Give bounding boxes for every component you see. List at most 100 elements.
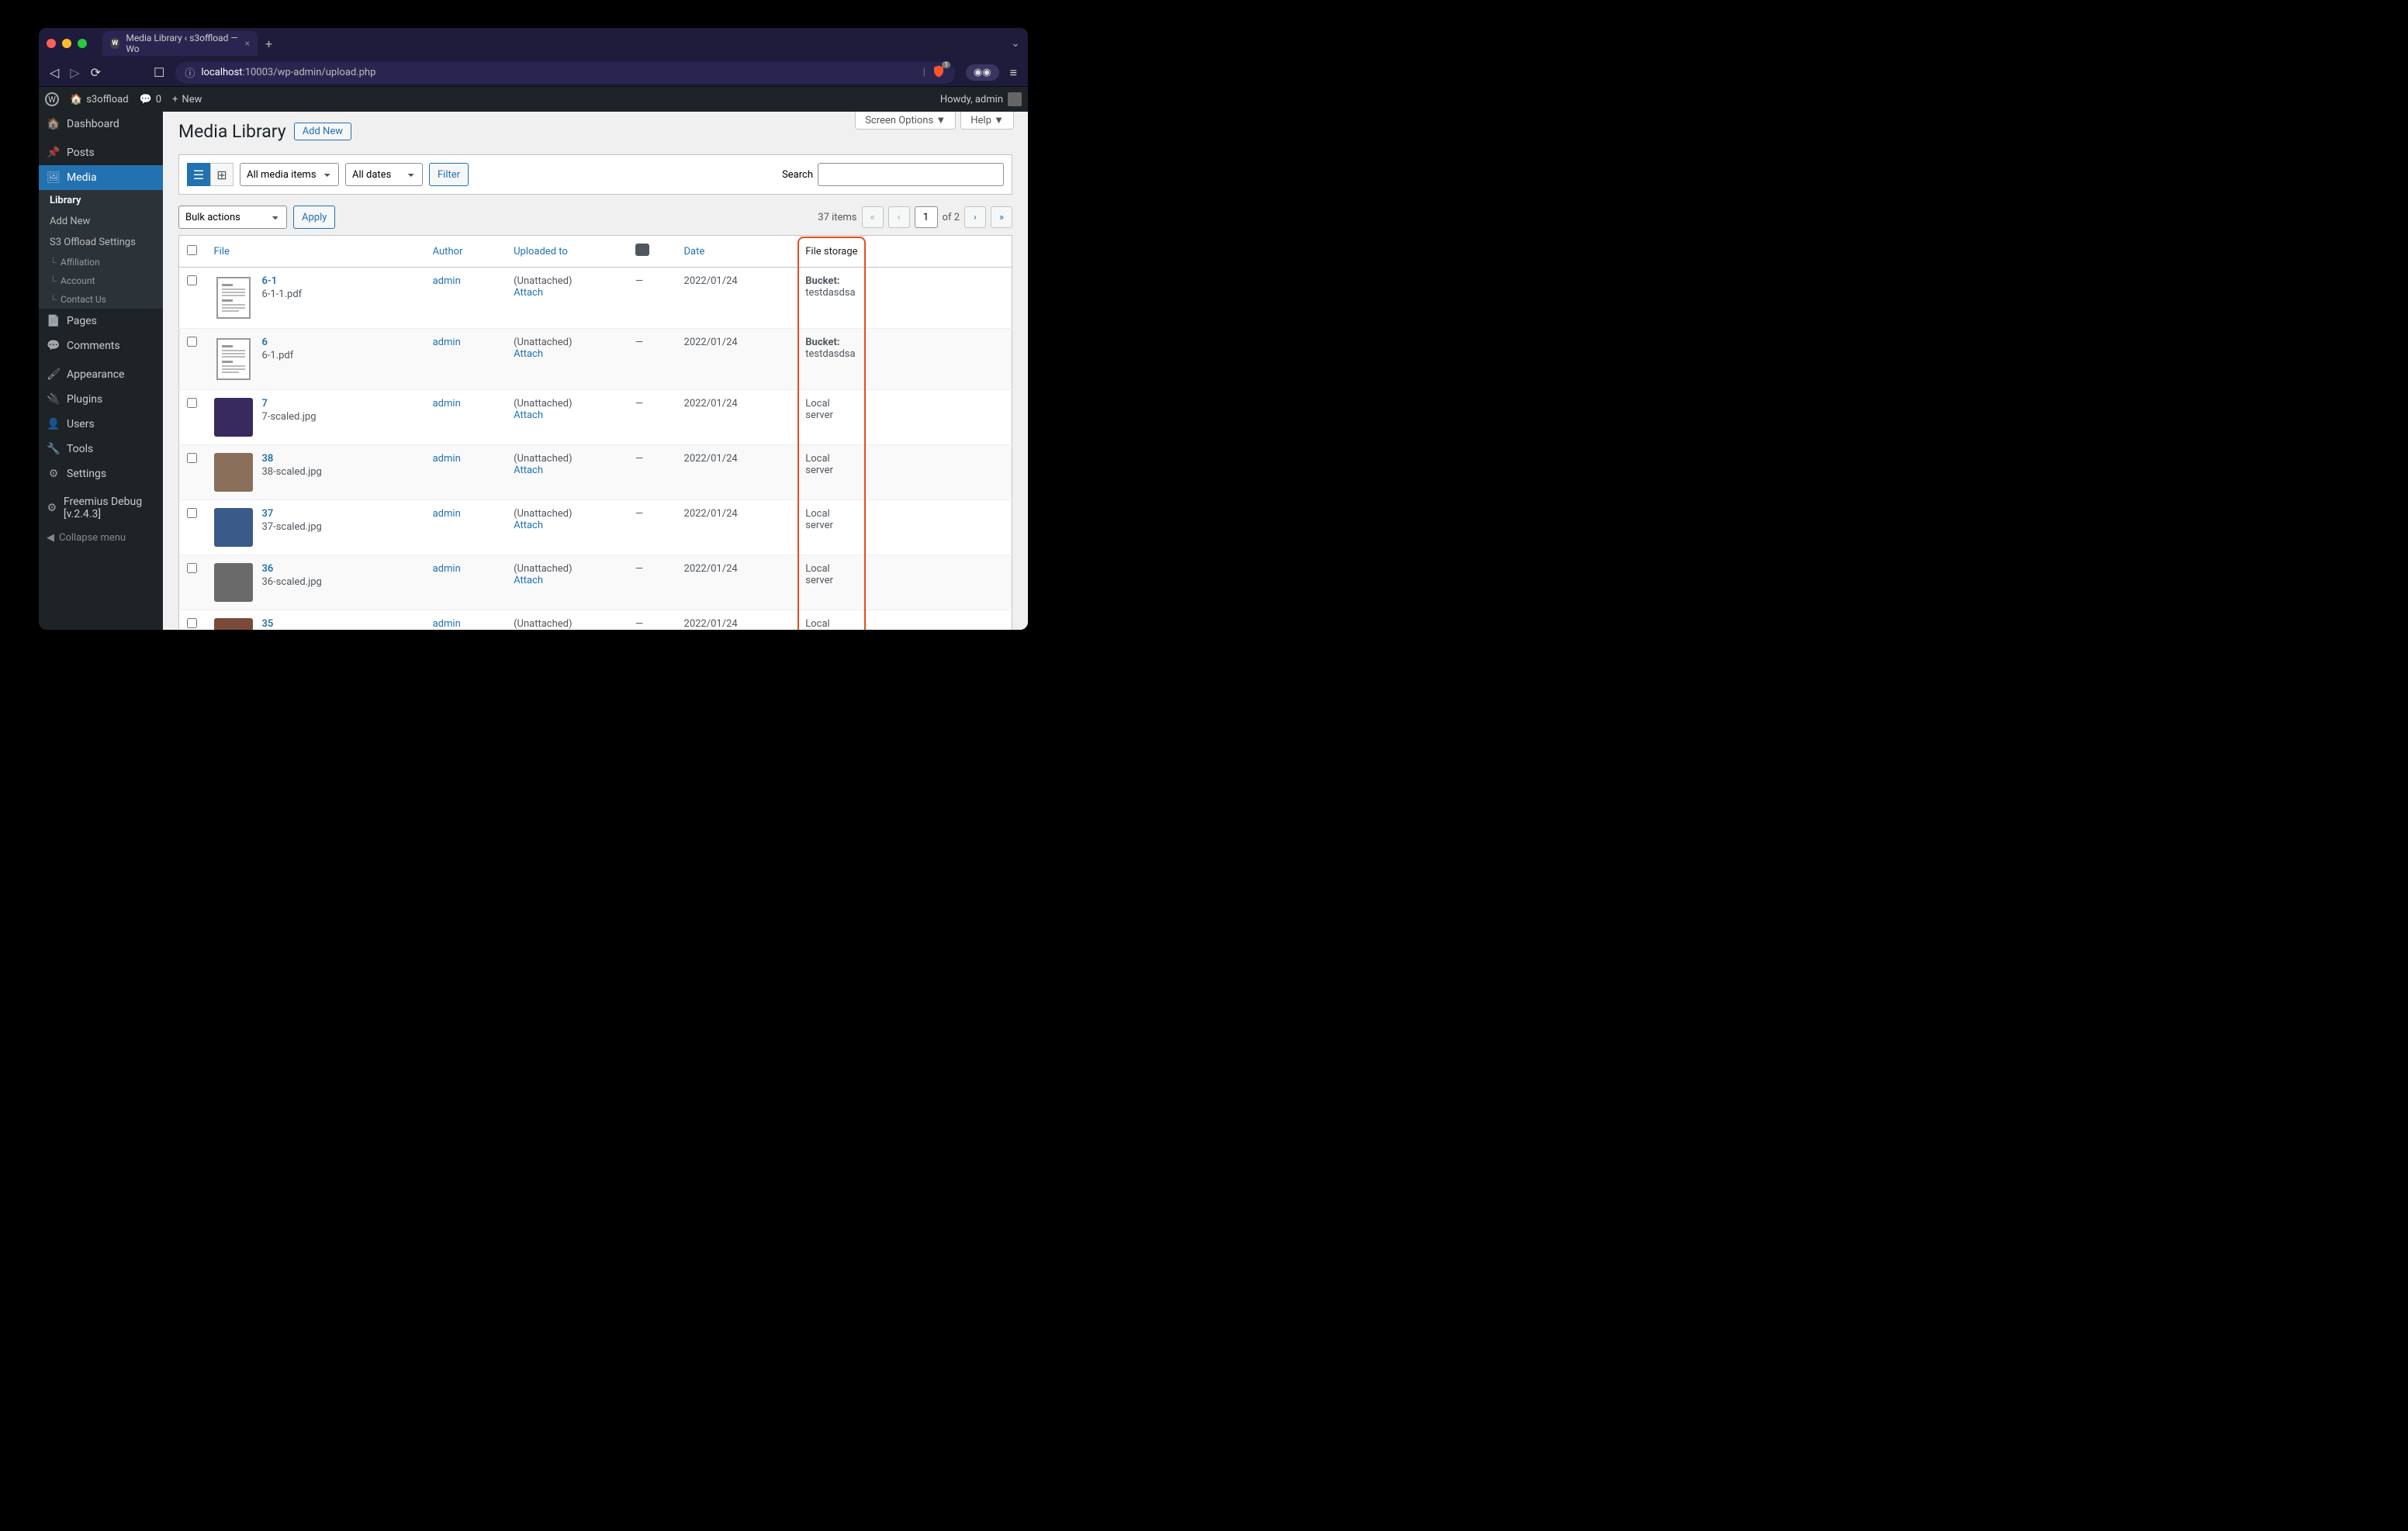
sidebar-item-posts[interactable]: 📌Posts	[39, 140, 163, 165]
first-page-button[interactable]: «	[862, 206, 884, 228]
row-checkbox[interactable]	[187, 337, 197, 347]
brush-icon: 🖌	[47, 368, 61, 382]
sidebar-item-freemius[interactable]: ⚙Freemius Debug [v.2.4.3]	[39, 490, 163, 526]
col-comments[interactable]	[628, 236, 676, 268]
author-link[interactable]: admin	[433, 275, 461, 287]
media-title-link[interactable]: 7	[262, 398, 317, 410]
col-uploaded[interactable]: Uploaded to	[506, 236, 628, 268]
author-link[interactable]: admin	[433, 398, 461, 410]
thumbnail-image	[214, 508, 253, 547]
attach-link[interactable]: Attach	[514, 465, 543, 476]
author-link[interactable]: admin	[433, 618, 461, 630]
minimize-window-button[interactable]	[62, 39, 71, 48]
row-checkbox[interactable]	[187, 275, 197, 285]
media-title-link[interactable]: 37	[262, 508, 322, 520]
new-tab-button[interactable]: +	[265, 36, 272, 51]
attach-link[interactable]: Attach	[514, 520, 543, 531]
prev-page-button[interactable]: ‹	[888, 206, 910, 228]
sidebar-item-pages[interactable]: 📄Pages	[39, 309, 163, 334]
row-checkbox[interactable]	[187, 563, 197, 573]
attach-link[interactable]: Attach	[514, 348, 543, 360]
sidebar-item-settings[interactable]: ⚙Settings	[39, 461, 163, 486]
new-content-button[interactable]: + New	[172, 94, 202, 105]
search-input[interactable]	[818, 163, 1004, 186]
reload-button[interactable]: ⟳	[91, 65, 101, 80]
grid-view-button[interactable]: ⊞	[210, 163, 234, 186]
submenu-library[interactable]: Library	[39, 190, 163, 211]
submenu-add-new[interactable]: Add New	[39, 211, 163, 232]
url-field[interactable]: ⓘ localhost:10003/wp-admin/upload.php | …	[175, 62, 955, 84]
sidebar-item-tools[interactable]: 🔧Tools	[39, 437, 163, 461]
media-type-select[interactable]: All media items	[240, 163, 339, 186]
content-area: Screen Options ▼ Help ▼ Media Library Ad…	[163, 112, 1028, 630]
author-link[interactable]: admin	[433, 337, 461, 348]
list-view-button[interactable]: ☰	[187, 163, 210, 186]
apply-button[interactable]: Apply	[293, 206, 335, 229]
site-info-icon[interactable]: ⓘ	[185, 65, 195, 80]
media-title-link[interactable]: 6-1	[262, 275, 303, 287]
author-link[interactable]: admin	[433, 508, 461, 520]
row-checkbox[interactable]	[187, 453, 197, 463]
attach-link[interactable]: Attach	[514, 287, 543, 299]
table-row: 77-scaled.jpg admin (Unattached)Attach —…	[179, 390, 1012, 445]
account-menu[interactable]: Howdy, admin	[940, 92, 1022, 106]
col-file[interactable]: File	[206, 236, 425, 268]
author-link[interactable]: admin	[433, 563, 461, 575]
add-new-button[interactable]: Add New	[294, 123, 351, 140]
maximize-window-button[interactable]	[78, 39, 87, 48]
author-link[interactable]: admin	[433, 453, 461, 465]
media-title-link[interactable]: 38	[262, 453, 322, 465]
sidebar-item-media[interactable]: 🖼Media	[39, 165, 163, 190]
close-tab-icon[interactable]: ×	[245, 38, 250, 49]
wp-logo-icon[interactable]: W	[45, 92, 59, 106]
submenu-contact[interactable]: Contact Us	[39, 290, 163, 309]
select-all-checkbox[interactable]	[187, 245, 197, 255]
comment-count: —	[628, 555, 676, 610]
sidebar-item-plugins[interactable]: 🔌Plugins	[39, 387, 163, 412]
sidebar-item-users[interactable]: 👤Users	[39, 412, 163, 437]
back-button[interactable]: ◁	[50, 65, 59, 80]
media-title-link[interactable]: 36	[262, 563, 322, 575]
dates-select[interactable]: All dates	[345, 163, 423, 186]
collapse-menu-button[interactable]: ◀Collapse menu	[39, 526, 163, 550]
bulk-actions-select[interactable]: Bulk actions	[178, 206, 287, 229]
media-title-link[interactable]: 6	[262, 337, 294, 348]
site-link[interactable]: 🏠 s3offload	[70, 94, 129, 105]
last-page-button[interactable]: »	[991, 206, 1012, 228]
browser-menu-button[interactable]: ≡	[1010, 65, 1017, 81]
col-date[interactable]: Date	[676, 236, 798, 268]
search-label: Search	[782, 169, 813, 181]
submenu-affiliation[interactable]: Affiliation	[39, 253, 163, 271]
media-title-link[interactable]: 35	[262, 618, 322, 630]
col-author[interactable]: Author	[425, 236, 506, 268]
uploaded-status: (Unattached)	[514, 508, 572, 520]
sidebar-item-appearance[interactable]: 🖌Appearance	[39, 362, 163, 387]
uploaded-status: (Unattached)	[514, 337, 572, 348]
screen-options-button[interactable]: Screen Options ▼	[855, 112, 956, 130]
forward-button[interactable]: ▷	[70, 65, 79, 80]
sidebar-item-dashboard[interactable]: 🏠Dashboard	[39, 112, 163, 137]
storage-cell: Bucket:testdasdsa	[797, 329, 866, 390]
date-cell: 2022/01/24	[676, 445, 798, 500]
row-checkbox[interactable]	[187, 508, 197, 518]
submenu-account[interactable]: Account	[39, 271, 163, 290]
comments-link[interactable]: 💬 0	[140, 94, 162, 105]
sidebar-item-comments[interactable]: 💬Comments	[39, 334, 163, 358]
browser-tab[interactable]: W Media Library ‹ s3offload — Wo ×	[102, 31, 258, 56]
help-button[interactable]: Help ▼	[960, 112, 1014, 130]
storage-cell: Local server	[797, 500, 866, 555]
submenu-s3-offload[interactable]: S3 Offload Settings	[39, 232, 163, 253]
brave-shield-icon[interactable]: 1	[932, 64, 946, 81]
comment-count: —	[628, 390, 676, 445]
attach-link[interactable]: Attach	[514, 575, 543, 586]
row-checkbox[interactable]	[187, 398, 197, 408]
incognito-icon[interactable]: ◉◉	[966, 64, 999, 81]
current-page-input[interactable]	[915, 206, 938, 228]
next-page-button[interactable]: ›	[964, 206, 986, 228]
bookmark-icon[interactable]: ☐	[154, 65, 164, 80]
filter-button[interactable]: Filter	[429, 163, 469, 186]
close-window-button[interactable]	[47, 39, 56, 48]
tab-menu-button[interactable]: ⌄	[1011, 37, 1020, 50]
row-checkbox[interactable]	[187, 618, 197, 628]
attach-link[interactable]: Attach	[514, 410, 543, 421]
